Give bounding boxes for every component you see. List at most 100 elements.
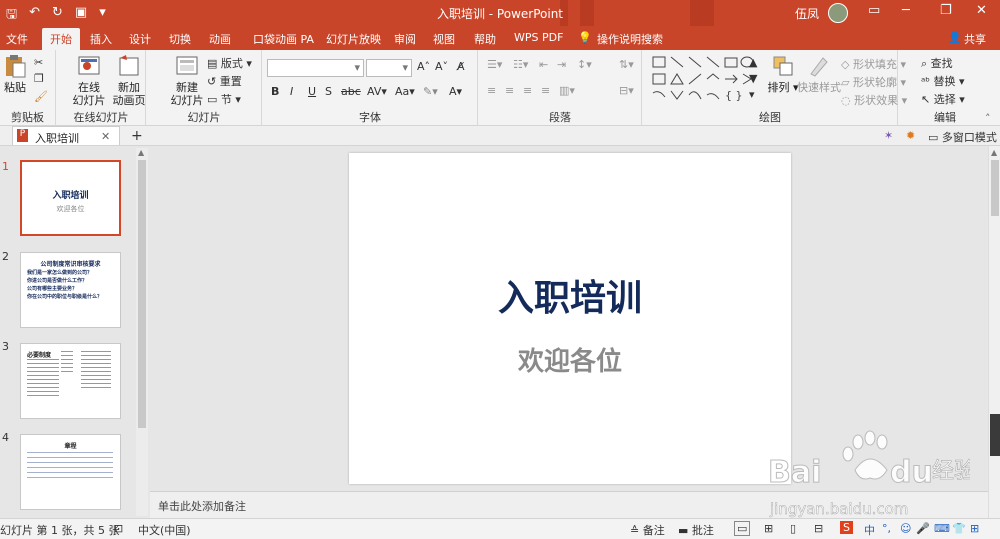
tab-review[interactable]: 审阅 [394, 31, 416, 47]
shape-effect-button[interactable]: ◌ 形状效果 ▾ [841, 92, 907, 108]
bullets-icon[interactable]: ☰▾ [487, 58, 502, 71]
ime-mode[interactable]: 中 [864, 522, 875, 538]
new-tab-button[interactable]: + [131, 128, 143, 144]
gallery-scroll-up-icon[interactable]: ▲ [749, 56, 757, 69]
tab-transitions[interactable]: 切换 [169, 31, 191, 47]
slideshow-icon[interactable]: ⊟ [814, 522, 823, 535]
align-left-icon[interactable]: ≡ [487, 84, 496, 97]
slide-subtitle[interactable]: 欢迎各位 [349, 341, 791, 378]
font-size-combo[interactable]: ▾ [366, 59, 412, 77]
align-center-icon[interactable]: ≡ [505, 84, 514, 97]
change-case-icon[interactable]: Aa▾ [395, 85, 415, 98]
new-slide-button[interactable]: 新建 幻灯片 [167, 54, 207, 107]
accessibility-icon[interactable]: ⊡ [114, 522, 123, 535]
highlight-icon[interactable]: ✎▾ [423, 85, 438, 98]
notes-pane[interactable]: 单击此处添加备注 [150, 491, 988, 518]
ribbon-display-icon[interactable]: ▭ [868, 3, 880, 18]
copy-icon[interactable]: ❐ [34, 72, 44, 85]
settings-icon[interactable]: ✹ [906, 129, 915, 142]
multi-window-button[interactable]: ▭ 多窗口模式 [928, 129, 997, 145]
tab-wps-pdf[interactable]: WPS PDF [514, 31, 563, 44]
new-animation-page-button[interactable]: 新加 动画页 [109, 54, 149, 107]
shrink-font-icon[interactable]: A˅ [435, 60, 448, 73]
columns-icon[interactable]: ▥▾ [559, 84, 575, 97]
gallery-more-icon[interactable]: ▾ [749, 88, 755, 101]
avatar[interactable] [828, 3, 848, 23]
editor-scrollbar[interactable]: ▲ [988, 146, 1000, 518]
scroll-up-icon[interactable]: ▲ [138, 148, 144, 157]
tell-me-search[interactable]: 操作说明搜索 [597, 31, 663, 47]
slide-thumbnail-2[interactable]: 公司制度常识审核要求 我们是一家怎么做到的公司？ 你进公司是否做什么工作？ 公司… [20, 252, 121, 328]
reset-button[interactable]: ↺ 重置 [207, 73, 242, 89]
shape-outline-button[interactable]: ▱ 形状轮廓 ▾ [841, 74, 906, 90]
cut-icon[interactable]: ✂ [34, 56, 43, 69]
decrease-indent-icon[interactable]: ⇤ [539, 58, 548, 71]
tab-design[interactable]: 设计 [129, 31, 151, 47]
keyboard-icon[interactable]: ⌨ [934, 522, 950, 535]
toolbox-icon[interactable]: ⊞ [970, 522, 979, 535]
slide-thumbnail-3[interactable]: 必要制度 [20, 343, 121, 419]
current-slide[interactable]: 入职培训 欢迎各位 [349, 153, 791, 484]
align-right-icon[interactable]: ≡ [523, 84, 532, 97]
ime-logo-icon[interactable]: S [840, 521, 853, 534]
minimize-button[interactable]: ─ [902, 3, 910, 18]
addin-icon[interactable]: ✶ [884, 129, 893, 142]
bold-button[interactable]: B [271, 85, 279, 98]
normal-view-icon[interactable]: ▭ [734, 521, 751, 536]
comments-button[interactable]: ▬ 批注 [678, 522, 714, 538]
tab-pocket-animation[interactable]: 口袋动画 PA [253, 31, 314, 47]
justify-icon[interactable]: ≡ [541, 84, 550, 97]
section-button[interactable]: ▭ 节 ▾ [207, 91, 241, 107]
shadow-button[interactable]: S [325, 85, 332, 98]
share-button[interactable]: 共享 [964, 31, 986, 47]
tab-animations[interactable]: 动画 [209, 31, 231, 47]
tab-home[interactable]: 开始 [42, 28, 80, 50]
select-button[interactable]: ↖ 选择 ▾ [921, 91, 965, 107]
slide-title[interactable]: 入职培训 [349, 269, 791, 321]
text-direction-icon[interactable]: ⇅▾ [619, 58, 634, 71]
skin-icon[interactable]: 👕 [952, 522, 966, 535]
paste-button[interactable]: 粘贴 [0, 54, 30, 94]
increase-indent-icon[interactable]: ⇥ [557, 58, 566, 71]
tab-insert[interactable]: 插入 [90, 31, 112, 47]
scroll-thumb[interactable] [991, 160, 999, 216]
language-indicator[interactable]: 中文(中国) [138, 522, 191, 538]
numbering-icon[interactable]: ☷▾ [513, 58, 528, 71]
shapes-gallery[interactable]: { } [651, 55, 755, 105]
slide-thumbnail-4[interactable]: 章程 [20, 434, 121, 510]
format-painter-icon[interactable]: 🖌 [34, 90, 48, 103]
punctuation-icon[interactable]: °, [882, 522, 891, 535]
close-button[interactable]: ✕ [976, 3, 987, 18]
doc-tab-close-icon[interactable]: ✕ [101, 130, 110, 143]
tab-help[interactable]: 帮助 [474, 31, 496, 47]
side-widget[interactable] [990, 414, 1000, 456]
tab-file[interactable]: 文件 [6, 31, 28, 47]
tab-view[interactable]: 视图 [433, 31, 455, 47]
emoji-icon[interactable]: ☺ [900, 522, 911, 535]
grow-font-icon[interactable]: A˄ [417, 60, 430, 73]
underline-button[interactable]: U [308, 85, 316, 98]
notes-button[interactable]: ≙ 备注 [630, 522, 665, 538]
quick-styles-button[interactable]: 快速样式 [797, 54, 841, 94]
slide-thumbnail-1[interactable]: 入职培训 欢迎各位 [20, 160, 121, 236]
layout-button[interactable]: ▤ 版式 ▾ [207, 55, 252, 71]
gallery-scroll-down-icon[interactable]: ▼ [749, 72, 757, 85]
scroll-up-icon[interactable]: ▲ [991, 148, 997, 157]
clear-format-icon[interactable]: A̸ [457, 60, 465, 73]
font-color-icon[interactable]: A▾ [449, 85, 462, 98]
char-spacing-icon[interactable]: AV▾ [367, 85, 387, 98]
shape-fill-button[interactable]: ◇ 形状填充 ▾ [841, 56, 906, 72]
italic-button[interactable]: I [290, 85, 293, 98]
thumbnail-scrollbar[interactable]: ▲ [136, 148, 148, 516]
scroll-thumb[interactable] [138, 160, 146, 428]
tab-slideshow[interactable]: 幻灯片放映 [326, 31, 381, 47]
strikethrough-icon[interactable]: abc [341, 85, 361, 98]
maximize-button[interactable]: ❐ [940, 3, 952, 18]
find-button[interactable]: ⌕ 查找 [921, 55, 953, 71]
align-text-icon[interactable]: ⊟▾ [619, 84, 634, 97]
online-slides-button[interactable]: 在线 幻灯片 [69, 54, 109, 107]
collapse-ribbon-icon[interactable]: ˄ [985, 112, 991, 125]
reading-view-icon[interactable]: ▯ [790, 522, 796, 535]
user-name[interactable]: 伍凤 [795, 5, 819, 22]
line-spacing-icon[interactable]: ↕▾ [577, 58, 592, 71]
